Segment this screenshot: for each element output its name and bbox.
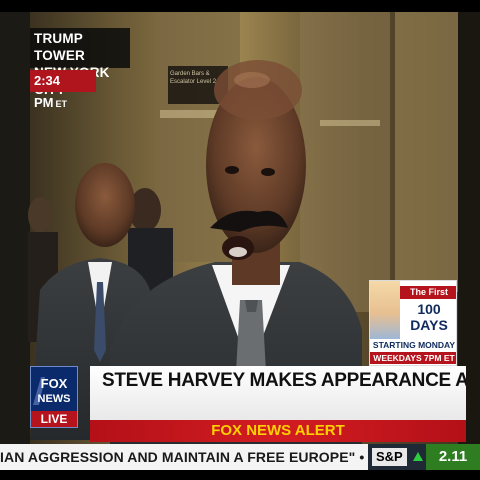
headline-banner: STEVE HARVEY MAKES APPEARANCE AT TRUMP T… <box>90 366 466 420</box>
promo-line-4: WEEKDAYS 7PM ET <box>370 352 456 364</box>
fox-news-logo-icon: FOX NEWS <box>33 376 71 405</box>
promo-line-3: STARTING MONDAY <box>372 340 456 350</box>
promo-line-2: 100 DAYS <box>410 301 448 333</box>
time-box: 2:34 PM ET <box>30 70 96 110</box>
arrow-up-icon <box>413 452 423 461</box>
fox-news-logo: FOX NEWS LIVE <box>30 366 78 428</box>
background-sign: Garden Bars & Escalator Level 2 <box>170 70 228 86</box>
promo-box: The First 100 DAYS STARTING MONDAY WEEKD… <box>369 280 457 366</box>
promo-photo <box>370 281 400 339</box>
market-ticker: S&P 2.11 <box>368 444 480 470</box>
logo-word-2: NEWS <box>38 393 71 405</box>
sign-line-2: Escalator Level 2 <box>170 79 217 85</box>
bottom-letterbox <box>0 470 480 480</box>
live-badge: LIVE <box>31 411 77 427</box>
time-zone: ET <box>55 99 68 109</box>
alert-bar: FOX NEWS ALERT <box>90 420 466 442</box>
sign-line-1: Garden Bars & <box>170 71 210 77</box>
market-index: S&P <box>372 448 407 466</box>
promo-line-1: The First <box>400 286 456 299</box>
location-box: TRUMP TOWER NEW YORK CITY <box>30 28 130 97</box>
market-value: 2.11 <box>426 444 480 470</box>
logo-word-1: FOX <box>41 376 68 391</box>
location-line-1: TRUMP TOWER <box>34 31 85 63</box>
news-ticker: IAN AGGRESSION AND MAINTAIN A FREE EUROP… <box>0 444 368 470</box>
